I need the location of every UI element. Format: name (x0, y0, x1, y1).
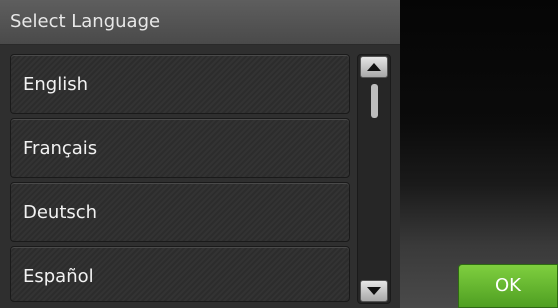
language-item-label: Español (23, 266, 94, 287)
scrollbar-thumb[interactable] (371, 84, 378, 118)
side-panel (400, 0, 558, 308)
page-title: Select Language (10, 11, 161, 32)
ok-button[interactable]: OK (458, 264, 558, 308)
select-language-screen: Select Language English Français Deutsch… (0, 0, 558, 308)
language-item-deutsch[interactable]: Deutsch (10, 182, 350, 242)
language-item-label: Français (23, 138, 98, 159)
title-bar: Select Language (0, 0, 400, 45)
language-item-english[interactable]: English (10, 54, 350, 114)
triangle-down-icon (367, 287, 381, 295)
scroll-down-button[interactable] (360, 280, 388, 302)
language-item-label: English (23, 74, 88, 95)
triangle-up-icon (367, 63, 381, 71)
language-item-espanol[interactable]: Español (10, 246, 350, 302)
scroll-up-button[interactable] (360, 56, 388, 78)
language-item-label: Deutsch (23, 202, 98, 223)
language-item-francais[interactable]: Français (10, 118, 350, 178)
